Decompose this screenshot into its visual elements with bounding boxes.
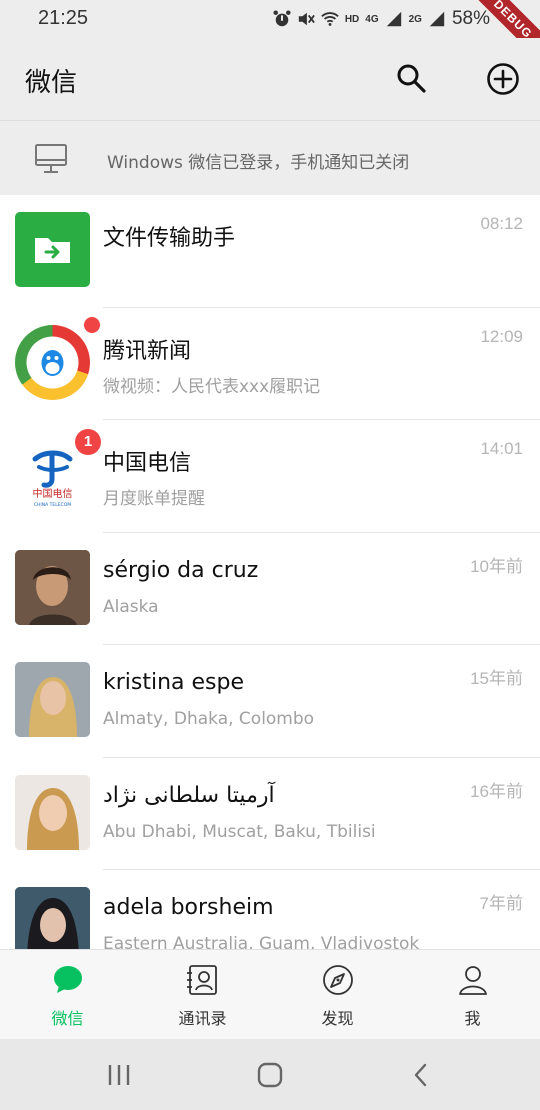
alarm-icon xyxy=(273,10,291,27)
monitor-icon xyxy=(35,144,67,173)
chat-preview: Alaska xyxy=(103,596,159,617)
chat-name: kristina espe xyxy=(103,670,245,695)
person-photo xyxy=(15,549,90,625)
chat-preview: 月度账单提醒 xyxy=(103,489,205,509)
chat-time: 10年前 xyxy=(470,556,523,576)
status-bar: 21:25 HD 4G 2G 58% DEBUG xyxy=(0,0,540,66)
chat-item-adela[interactable]: adela borsheim Eastern Australia, Guam, … xyxy=(0,870,540,949)
chat-name: 文件传输助手 xyxy=(103,226,236,251)
chat-item-sergio[interactable]: sérgio da cruz Alaska 10年前 xyxy=(0,533,540,645)
chat-time: 7年前 xyxy=(479,894,523,913)
unread-badge: 1 xyxy=(75,429,101,455)
chat-bubble-icon xyxy=(53,966,82,993)
chat-time: 16年前 xyxy=(470,781,523,801)
tab-chats[interactable]: 微信 xyxy=(0,950,135,1039)
unread-dot xyxy=(84,317,100,333)
network-2g: 2G xyxy=(408,13,422,25)
tab-label: 微信 xyxy=(51,1009,84,1028)
qq-penguin-icon xyxy=(26,336,79,388)
chat-name: sérgio da cruz xyxy=(103,557,259,583)
person-photo xyxy=(15,887,90,949)
chat-name: آرمیتا سلطانی نژاد xyxy=(103,782,275,808)
avatar xyxy=(15,774,90,850)
signal-icon xyxy=(429,11,445,27)
chat-name: 腾讯新闻 xyxy=(103,338,192,364)
tab-label: 通讯录 xyxy=(178,1009,227,1028)
chat-name: 中国电信 xyxy=(103,451,192,476)
bottom-nav: 微信 通讯录 发现 我 xyxy=(0,949,540,1039)
chat-preview: Eastern Australia, Guam, Vladivostok xyxy=(103,934,420,949)
chat-name: adela borsheim xyxy=(103,895,274,920)
chat-time: 08:12 xyxy=(480,214,523,233)
signal-icon xyxy=(386,11,401,27)
chat-time: 14:01 xyxy=(480,439,523,458)
telecom-logo-sub: CHINA TELECOM xyxy=(34,502,71,508)
avatar xyxy=(15,662,90,737)
person-photo xyxy=(15,774,90,850)
home-icon[interactable] xyxy=(255,1061,285,1089)
tab-me[interactable]: 我 xyxy=(405,950,540,1039)
avatar xyxy=(15,887,90,949)
tab-label: 我 xyxy=(464,1009,481,1028)
compass-icon xyxy=(322,965,353,995)
status-icons: HD 4G 2G 58% xyxy=(273,8,490,30)
chat-item-armita[interactable]: آرمیتا سلطانی نژاد Abu Dhabi, Muscat, Ba… xyxy=(0,758,540,870)
chat-preview: Abu Dhabi, Muscat, Baku, Tbilisi xyxy=(103,821,376,842)
windows-login-banner[interactable]: Windows 微信已登录，手机通知已关闭 xyxy=(0,120,540,195)
telecom-logo-text: 中国电信 xyxy=(33,487,73,500)
chat-time: 15年前 xyxy=(470,669,523,688)
avatar xyxy=(15,212,90,287)
network-4g: 4G xyxy=(365,13,379,25)
tab-discover[interactable]: 发现 xyxy=(270,950,405,1039)
person-icon xyxy=(458,966,487,995)
page-title: 微信 xyxy=(25,68,78,98)
avatar xyxy=(15,324,90,400)
login-status-text: Windows 微信已登录，手机通知已关闭 xyxy=(107,153,410,173)
person-photo xyxy=(15,662,90,737)
recent-apps-icon[interactable] xyxy=(104,1061,134,1089)
search-icon[interactable] xyxy=(395,62,427,94)
chat-preview: Almaty, Dhaka, Colombo xyxy=(103,709,315,729)
app-bar: 微信 xyxy=(0,38,540,120)
tab-contacts[interactable]: 通讯录 xyxy=(135,950,270,1039)
chat-list[interactable]: 文件传输助手 08:12 腾讯新闻 微视频：人民代表xxx履职记 12:09 中… xyxy=(0,195,540,949)
chat-item-tencent-news[interactable]: 腾讯新闻 微视频：人民代表xxx履职记 12:09 xyxy=(0,308,540,420)
tab-label: 发现 xyxy=(321,1009,354,1028)
contacts-icon xyxy=(186,965,217,995)
chat-preview: 微视频：人民代表xxx履职记 xyxy=(103,376,321,397)
chat-item-kristina[interactable]: kristina espe Almaty, Dhaka, Colombo 15年… xyxy=(0,645,540,758)
hd-indicator: HD xyxy=(344,13,360,25)
add-icon[interactable] xyxy=(486,62,520,96)
wifi-icon xyxy=(321,12,339,26)
mute-icon xyxy=(298,12,315,26)
chat-time: 12:09 xyxy=(480,326,523,346)
battery-level: 58% xyxy=(451,8,490,29)
status-time: 21:25 xyxy=(38,7,89,29)
folder-arrow-icon xyxy=(35,238,70,263)
avatar xyxy=(15,549,90,625)
back-icon[interactable] xyxy=(406,1061,436,1089)
chat-item-file-transfer[interactable]: 文件传输助手 08:12 xyxy=(0,195,540,308)
system-nav-bar xyxy=(0,1039,540,1110)
